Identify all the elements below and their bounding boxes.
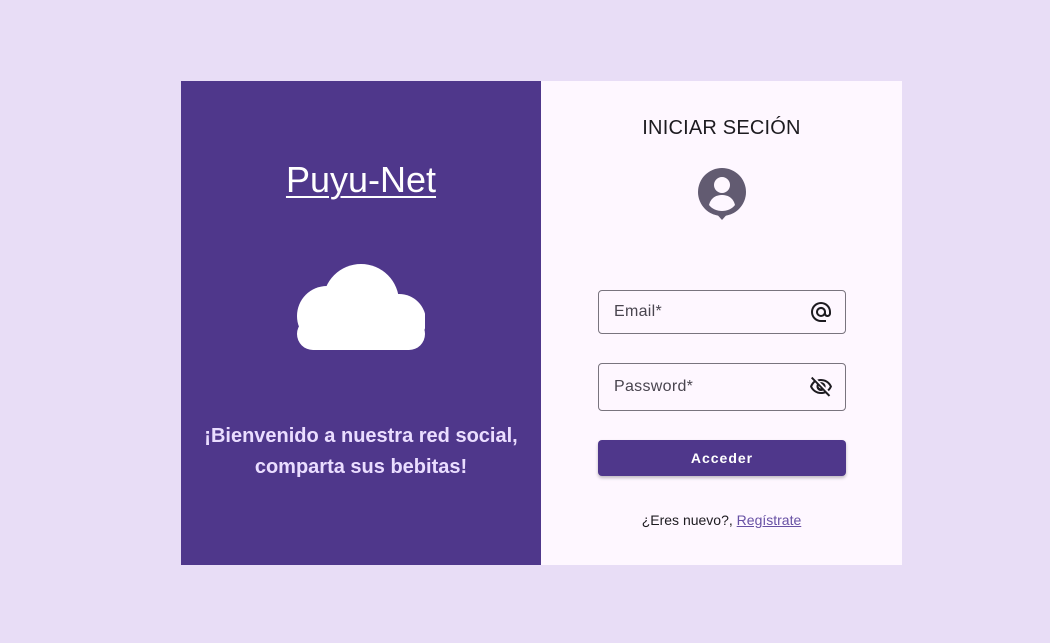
- login-panel: INICIAR SECIÓN Acceder ¿Eres nuevo?, Reg…: [541, 81, 902, 565]
- login-card: Puyu-Net ¡Bienvenido a nuestra red socia…: [181, 81, 902, 565]
- account-pin-icon: [698, 168, 746, 220]
- welcome-line-2: comparta sus bebitas!: [254, 456, 468, 478]
- register-prompt: ¿Eres nuevo?, Regístrate: [541, 512, 902, 528]
- email-field: [598, 290, 846, 334]
- register-link[interactable]: Regístrate: [737, 512, 802, 528]
- brand-title-link[interactable]: Puyu-Net: [181, 159, 541, 201]
- welcome-line-1: ¡Bienvenido a nuestra red social,: [204, 425, 518, 447]
- at-sign-icon: [811, 302, 831, 322]
- visibility-off-icon[interactable]: [809, 375, 833, 399]
- email-input[interactable]: [599, 291, 799, 333]
- cloud-icon: [297, 264, 425, 350]
- password-field: [598, 363, 846, 411]
- brand-panel: Puyu-Net ¡Bienvenido a nuestra red socia…: [181, 81, 541, 565]
- register-prompt-text: ¿Eres nuevo?,: [641, 512, 733, 528]
- login-title: INICIAR SECIÓN: [642, 117, 801, 139]
- password-input[interactable]: [599, 364, 799, 410]
- welcome-message: ¡Bienvenido a nuestra red social, compar…: [191, 421, 531, 483]
- login-submit-button[interactable]: Acceder: [598, 440, 846, 476]
